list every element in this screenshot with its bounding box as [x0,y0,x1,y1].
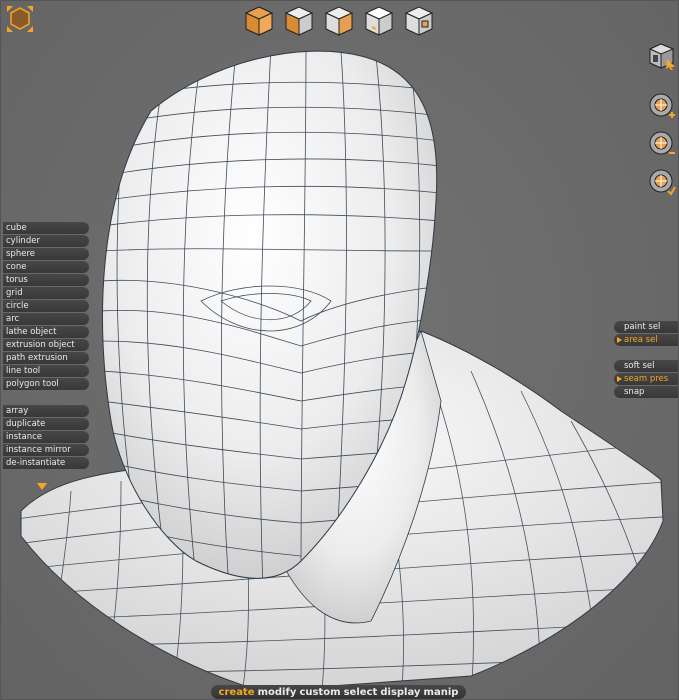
3d-viewport[interactable]: cube cylinder sphere cone torus grid cir… [0,0,679,700]
menu-item-torus[interactable]: torus [3,274,89,286]
head-bust-mesh[interactable] [1,1,679,700]
zoom-in-icon[interactable] [647,91,677,123]
tab-manip[interactable]: manip [424,687,459,698]
menu-item-instance[interactable]: instance [3,431,89,443]
perspective-view-cube-icon[interactable] [243,5,275,37]
tab-custom[interactable]: custom [299,687,340,698]
tab-select[interactable]: select [344,687,378,698]
menu-item-sphere[interactable]: sphere [3,248,89,260]
tab-modify[interactable]: modify [258,687,297,698]
menu-item-path-extrusion[interactable]: path extrusion [3,352,89,364]
menu-item-cylinder[interactable]: cylinder [3,235,89,247]
mode-tab-bar: create modify custom select display mani… [211,685,466,699]
menu-item-duplicate[interactable]: duplicate [3,418,89,430]
instance-menu: array duplicate instance instance mirror… [3,405,89,469]
menu-item-arc[interactable]: arc [3,313,89,325]
zoom-out-icon[interactable] [647,129,677,161]
menu-item-lathe-object[interactable]: lathe object [3,326,89,338]
selection-options-menu: soft sel seam pres snap [614,360,678,398]
menu-item-circle[interactable]: circle [3,300,89,312]
top-view-cube-icon[interactable] [363,5,395,37]
camera-view-icon[interactable] [647,41,677,73]
menu-item-soft-sel[interactable]: soft sel [614,360,678,372]
transform-mode-icon[interactable] [5,4,35,34]
tab-display[interactable]: display [380,687,420,698]
menu-item-de-instantiate[interactable]: de-instantiate [3,457,89,469]
menu-item-instance-mirror[interactable]: instance mirror [3,444,89,456]
menu-item-grid[interactable]: grid [3,287,89,299]
menu-item-line-tool[interactable]: line tool [3,365,89,377]
menu-item-seam-pres[interactable]: seam pres [614,373,678,385]
back-view-cube-icon[interactable] [403,5,435,37]
menu-item-cube[interactable]: cube [3,222,89,234]
menu-item-snap[interactable]: snap [614,386,678,398]
menu-item-cone[interactable]: cone [3,261,89,273]
menu-item-polygon-tool[interactable]: polygon tool [3,378,89,390]
selection-menu: paint sel area sel [614,321,678,346]
create-menu: cube cylinder sphere cone torus grid cir… [3,222,89,390]
menu-expand-arrow-icon[interactable] [37,475,47,490]
menu-item-area-sel[interactable]: area sel [614,334,678,346]
menu-item-paint-sel[interactable]: paint sel [614,321,678,333]
zoom-fit-icon[interactable] [647,167,677,199]
front-view-cube-icon[interactable] [283,5,315,37]
menu-item-array[interactable]: array [3,405,89,417]
view-cube-toolbar [243,5,435,37]
side-view-cube-icon[interactable] [323,5,355,37]
menu-item-extrusion-object[interactable]: extrusion object [3,339,89,351]
tab-create[interactable]: create [219,687,255,698]
